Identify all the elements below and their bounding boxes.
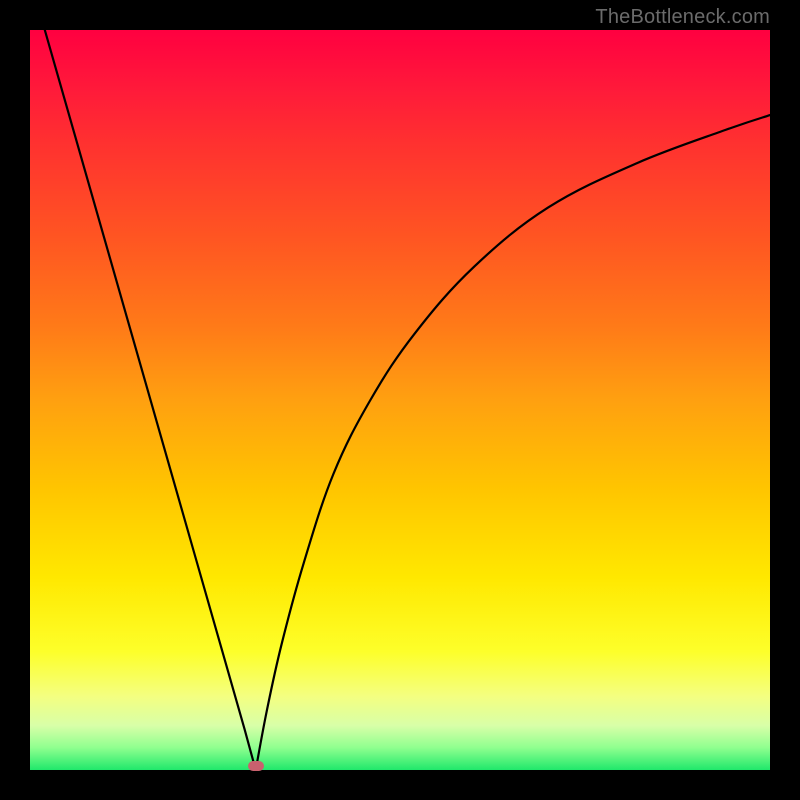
chart-frame: TheBottleneck.com <box>0 0 800 800</box>
watermark-text: TheBottleneck.com <box>595 6 770 29</box>
curve-svg <box>30 30 770 770</box>
plot-area <box>30 30 770 770</box>
bottleneck-curve <box>45 30 770 770</box>
